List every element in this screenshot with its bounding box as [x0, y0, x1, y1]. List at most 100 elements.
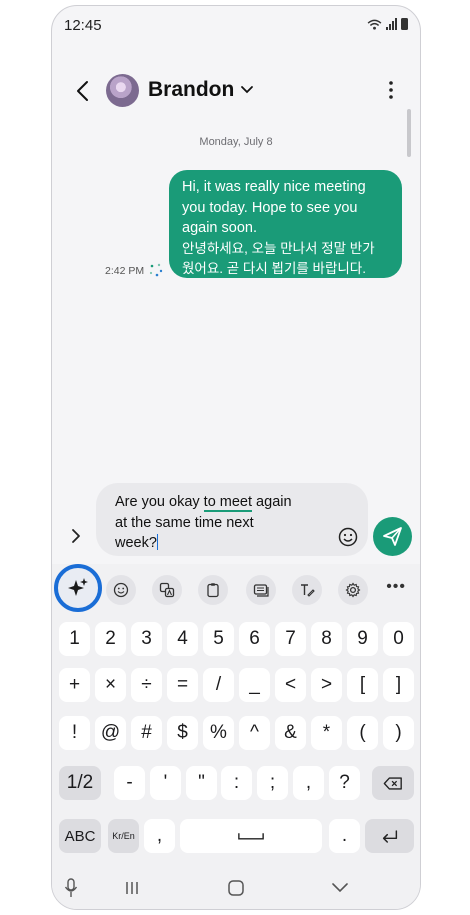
message-line: you today. Hope to see you	[182, 199, 358, 216]
key-symbol-page[interactable]: 1/2	[59, 766, 101, 800]
chevron-down-icon[interactable]	[240, 82, 254, 96]
key[interactable]: ,	[293, 766, 324, 800]
key[interactable]: >	[311, 668, 342, 702]
handwriting-button[interactable]	[292, 575, 322, 605]
ai-sparkle-icon	[68, 578, 88, 596]
message-bubble[interactable]: Hi, it was really nice meeting you today…	[169, 170, 402, 278]
key[interactable]: !	[59, 716, 90, 750]
battery-icon	[401, 18, 408, 30]
key[interactable]: ÷	[131, 668, 162, 702]
emoji-button[interactable]	[106, 575, 136, 605]
space-icon	[238, 833, 264, 840]
key-abc[interactable]: ABC	[59, 819, 101, 853]
key[interactable]: 0	[383, 622, 414, 656]
recents-icon[interactable]	[124, 880, 140, 896]
toolbar-more-button[interactable]: •••	[386, 578, 406, 596]
key[interactable]: &	[275, 716, 306, 750]
enter-key[interactable]	[365, 819, 414, 853]
contact-name[interactable]: Brandon	[148, 78, 234, 102]
grammar-suggestion[interactable]: to meet	[203, 494, 253, 512]
enter-icon	[382, 829, 397, 843]
key[interactable]: 7	[275, 622, 306, 656]
keyboard-mode-button[interactable]	[246, 575, 276, 605]
keyboard-mode-icon	[253, 584, 269, 597]
key[interactable]: 5	[203, 622, 234, 656]
key-comma[interactable]: ,	[144, 819, 175, 853]
settings-gear-icon	[345, 582, 361, 598]
key[interactable]: ^	[239, 716, 270, 750]
key[interactable]: '	[150, 766, 181, 800]
compose-text: week?	[115, 535, 157, 551]
compose-text: at the same time next	[115, 514, 254, 531]
text-cursor	[156, 534, 159, 550]
phone-screen: 12:45 Brandon Monday, July 8 Hi, it was …	[51, 5, 421, 910]
key[interactable]: 1	[59, 622, 90, 656]
key[interactable]: /	[203, 668, 234, 702]
emoji-icon[interactable]	[338, 527, 358, 547]
key[interactable]: =	[167, 668, 198, 702]
key[interactable]: *	[311, 716, 342, 750]
wifi-icon	[367, 19, 382, 30]
key[interactable]: 6	[239, 622, 270, 656]
key[interactable]: <	[275, 668, 306, 702]
message-input[interactable]: Are you okay to meet again at the same t…	[96, 483, 368, 556]
sending-status-icon	[149, 263, 163, 277]
space-key[interactable]	[180, 819, 322, 853]
back-icon[interactable]	[331, 882, 349, 894]
message-line: Hi, it was really nice meeting	[182, 179, 366, 195]
key[interactable]: %	[203, 716, 234, 750]
key[interactable]: 9	[347, 622, 378, 656]
key[interactable]: [	[347, 668, 378, 702]
key[interactable]: 4	[167, 622, 198, 656]
avatar[interactable]	[106, 74, 139, 107]
translate-icon	[159, 582, 175, 598]
scrollbar[interactable]	[407, 109, 411, 157]
ai-tools-button[interactable]	[54, 564, 102, 612]
compose-text: Are you okay	[115, 494, 204, 510]
home-icon[interactable]	[227, 879, 245, 897]
key[interactable]: 2	[95, 622, 126, 656]
handwriting-icon	[301, 584, 315, 597]
clipboard-icon	[207, 583, 219, 598]
key[interactable]: ?	[329, 766, 360, 800]
mic-icon[interactable]	[64, 878, 78, 898]
more-vertical-icon[interactable]	[388, 80, 394, 100]
keyboard-toolbar: •••	[52, 564, 420, 616]
key[interactable]: +	[59, 668, 90, 702]
key[interactable]: $	[167, 716, 198, 750]
key-period[interactable]: .	[329, 819, 360, 853]
key[interactable]: :	[221, 766, 252, 800]
key[interactable]: "	[186, 766, 217, 800]
send-button[interactable]	[373, 517, 412, 556]
key[interactable]: 3	[131, 622, 162, 656]
key[interactable]: 8	[311, 622, 342, 656]
language-switch-key[interactable]: Kr/En	[108, 819, 139, 853]
key[interactable]: #	[131, 716, 162, 750]
conversation-header: Brandon	[52, 66, 420, 116]
status-bar: 12:45	[52, 6, 420, 46]
backspace-key[interactable]	[372, 766, 414, 800]
compose-text: again	[252, 494, 292, 510]
keyboard: 1 2 3 4 5 6 7 8 9 0 + × ÷ = / _ < > [ ] …	[52, 616, 420, 866]
navigation-bar	[52, 866, 420, 909]
key[interactable]: -	[114, 766, 145, 800]
emoji-icon	[113, 582, 129, 598]
message-time: 2:42 PM	[105, 265, 145, 277]
date-divider: Monday, July 8	[199, 136, 273, 148]
key[interactable]: )	[383, 716, 414, 750]
key[interactable]: (	[347, 716, 378, 750]
keyboard-settings-button[interactable]	[338, 575, 368, 605]
status-icons	[367, 18, 408, 30]
back-arrow-icon[interactable]	[72, 78, 94, 104]
key[interactable]: _	[239, 668, 270, 702]
key[interactable]: ]	[383, 668, 414, 702]
key[interactable]: @	[95, 716, 126, 750]
expand-arrow-icon[interactable]	[70, 528, 82, 544]
signal-icon	[386, 18, 397, 30]
key[interactable]: ;	[257, 766, 288, 800]
translate-button[interactable]	[152, 575, 182, 605]
message-line: again soon.	[182, 220, 257, 236]
clipboard-button[interactable]	[198, 575, 228, 605]
backspace-icon	[383, 776, 402, 790]
key[interactable]: ×	[95, 668, 126, 702]
